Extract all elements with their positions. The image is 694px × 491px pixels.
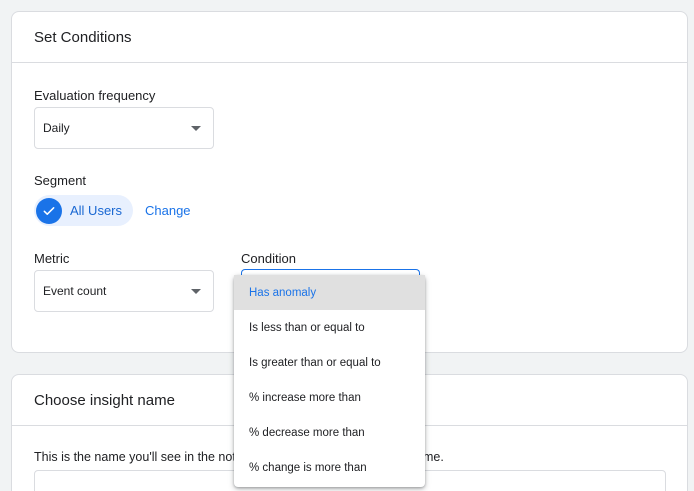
chevron-down-icon (191, 126, 201, 131)
condition-option-greater-than-or-equal[interactable]: Is greater than or equal to (234, 345, 425, 380)
segment-label: Segment (34, 173, 87, 188)
metric-value: Event count (43, 284, 107, 298)
evaluation-frequency-label: Evaluation frequency (34, 88, 156, 103)
check-icon (36, 197, 62, 224)
condition-option-percent-change[interactable]: % change is more than (234, 450, 425, 485)
set-conditions-title: Set Conditions (12, 12, 687, 63)
insight-name-description: This is the name you'll see in the not m… (34, 450, 444, 464)
segment-chip[interactable]: All Users (34, 195, 134, 226)
metric-select[interactable]: Event count (34, 270, 214, 312)
segment-chip-label: All Users (70, 203, 123, 218)
condition-option-less-than-or-equal[interactable]: Is less than or equal to (234, 310, 425, 345)
condition-option-percent-increase[interactable]: % increase more than (234, 380, 425, 415)
segment-change-link[interactable]: Change (145, 203, 191, 218)
evaluation-frequency-select[interactable]: Daily (34, 107, 214, 149)
insight-description-start: This is the name you'll see in the not (34, 450, 236, 464)
condition-option-percent-decrease[interactable]: % decrease more than (234, 415, 425, 450)
chevron-down-icon (191, 289, 201, 294)
condition-dropdown-menu: Has anomaly Is less than or equal to Is … (234, 275, 425, 487)
evaluation-frequency-value: Daily (43, 121, 70, 135)
insight-description-end: me. (423, 450, 444, 464)
condition-label: Condition (241, 251, 296, 266)
condition-option-has-anomaly[interactable]: Has anomaly (234, 275, 425, 310)
metric-label: Metric (34, 251, 70, 266)
